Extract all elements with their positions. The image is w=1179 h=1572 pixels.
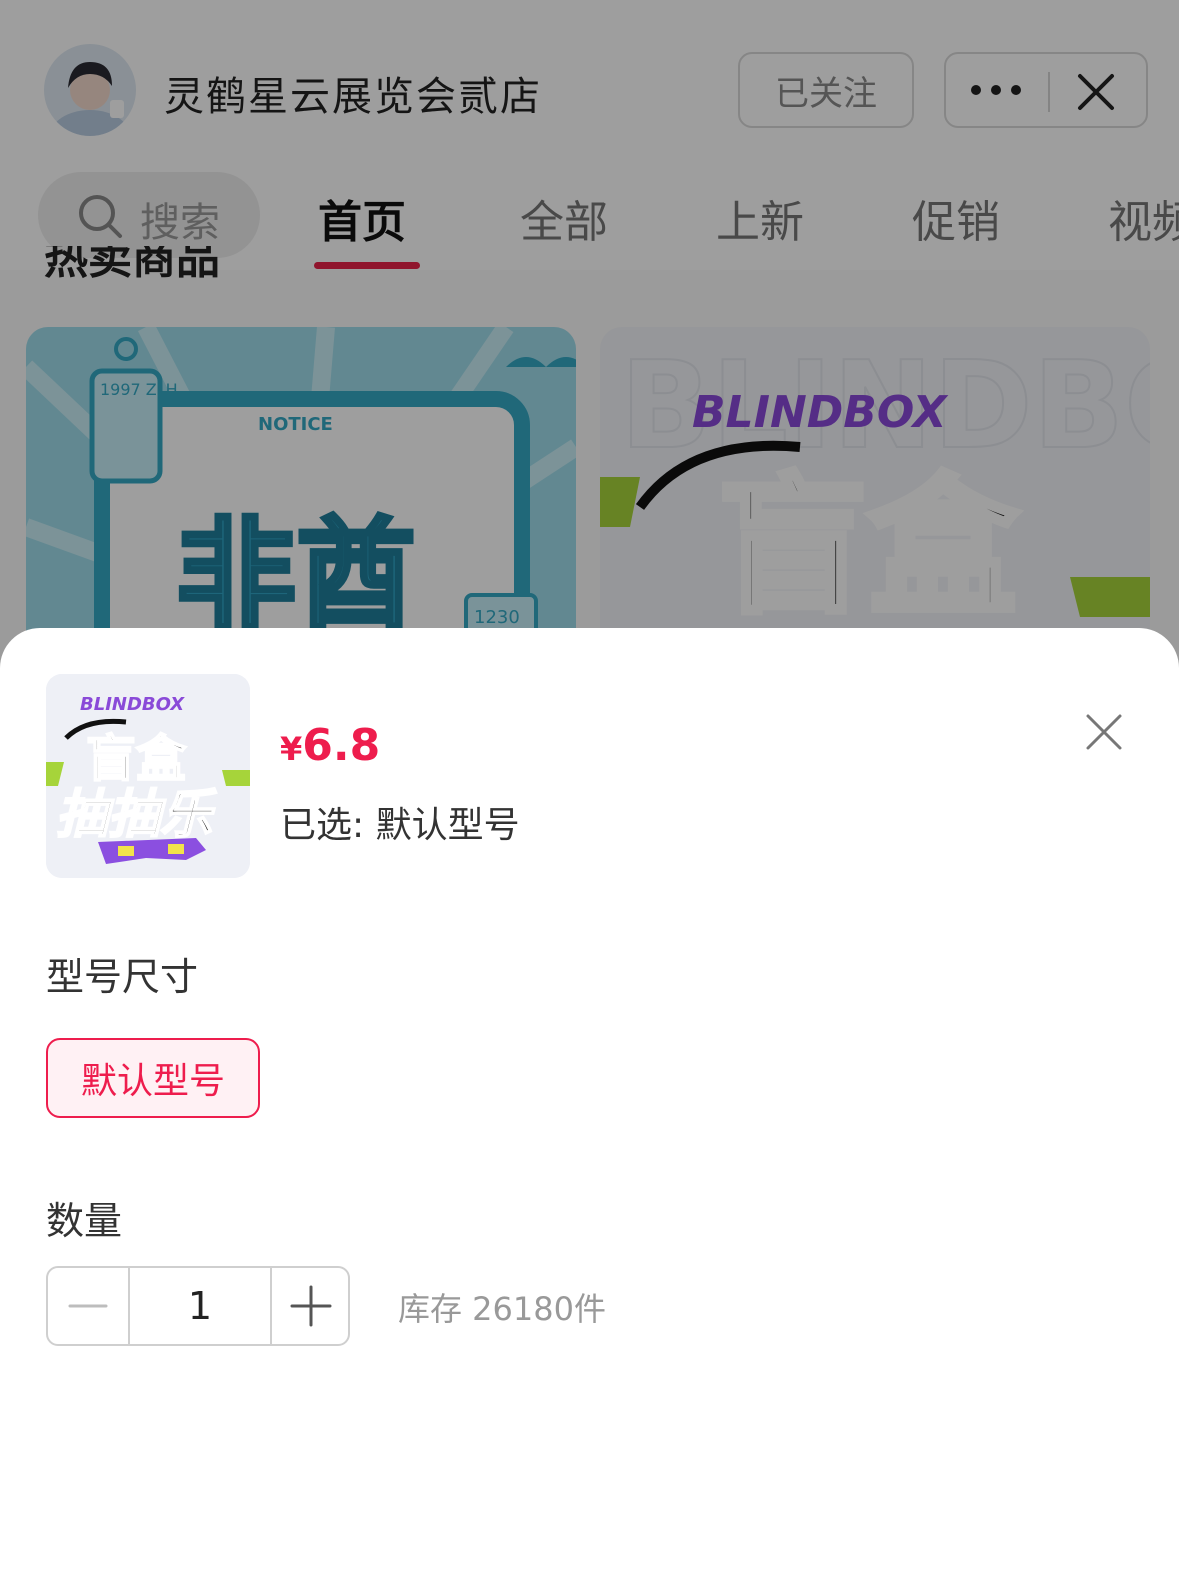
price-value: 6.8 <box>302 720 381 771</box>
price-currency: ¥ <box>280 730 303 768</box>
thumb-brand-text: BLINDBOX <box>80 694 185 715</box>
spec-label: 型号尺寸 <box>46 955 199 999</box>
plus-icon[interactable] <box>272 1268 350 1344</box>
sku-selector-sheet: BLINDBOX 盲盒 抽抽乐 ¥6.8 已选: 默认型号 型号尺寸 默认型号 … <box>0 628 1179 1572</box>
quantity-stepper: 1 <box>46 1266 350 1346</box>
selected-variant-text: 已选: 默认型号 <box>280 805 520 846</box>
thumb-line1-text: 盲盒 <box>86 730 187 788</box>
product-thumbnail: BLINDBOX 盲盒 抽抽乐 <box>46 674 250 878</box>
sheet-close-icon[interactable] <box>1082 710 1126 754</box>
quantity-label: 数量 <box>46 1199 123 1243</box>
price: ¥6.8 <box>280 720 380 771</box>
stock-text: 库存 26180件 <box>398 1290 606 1328</box>
minus-icon[interactable] <box>48 1268 128 1344</box>
quantity-value[interactable]: 1 <box>128 1268 272 1344</box>
thumb-line2-text: 抽抽乐 <box>56 785 217 845</box>
spec-option-default[interactable]: 默认型号 <box>46 1038 260 1118</box>
